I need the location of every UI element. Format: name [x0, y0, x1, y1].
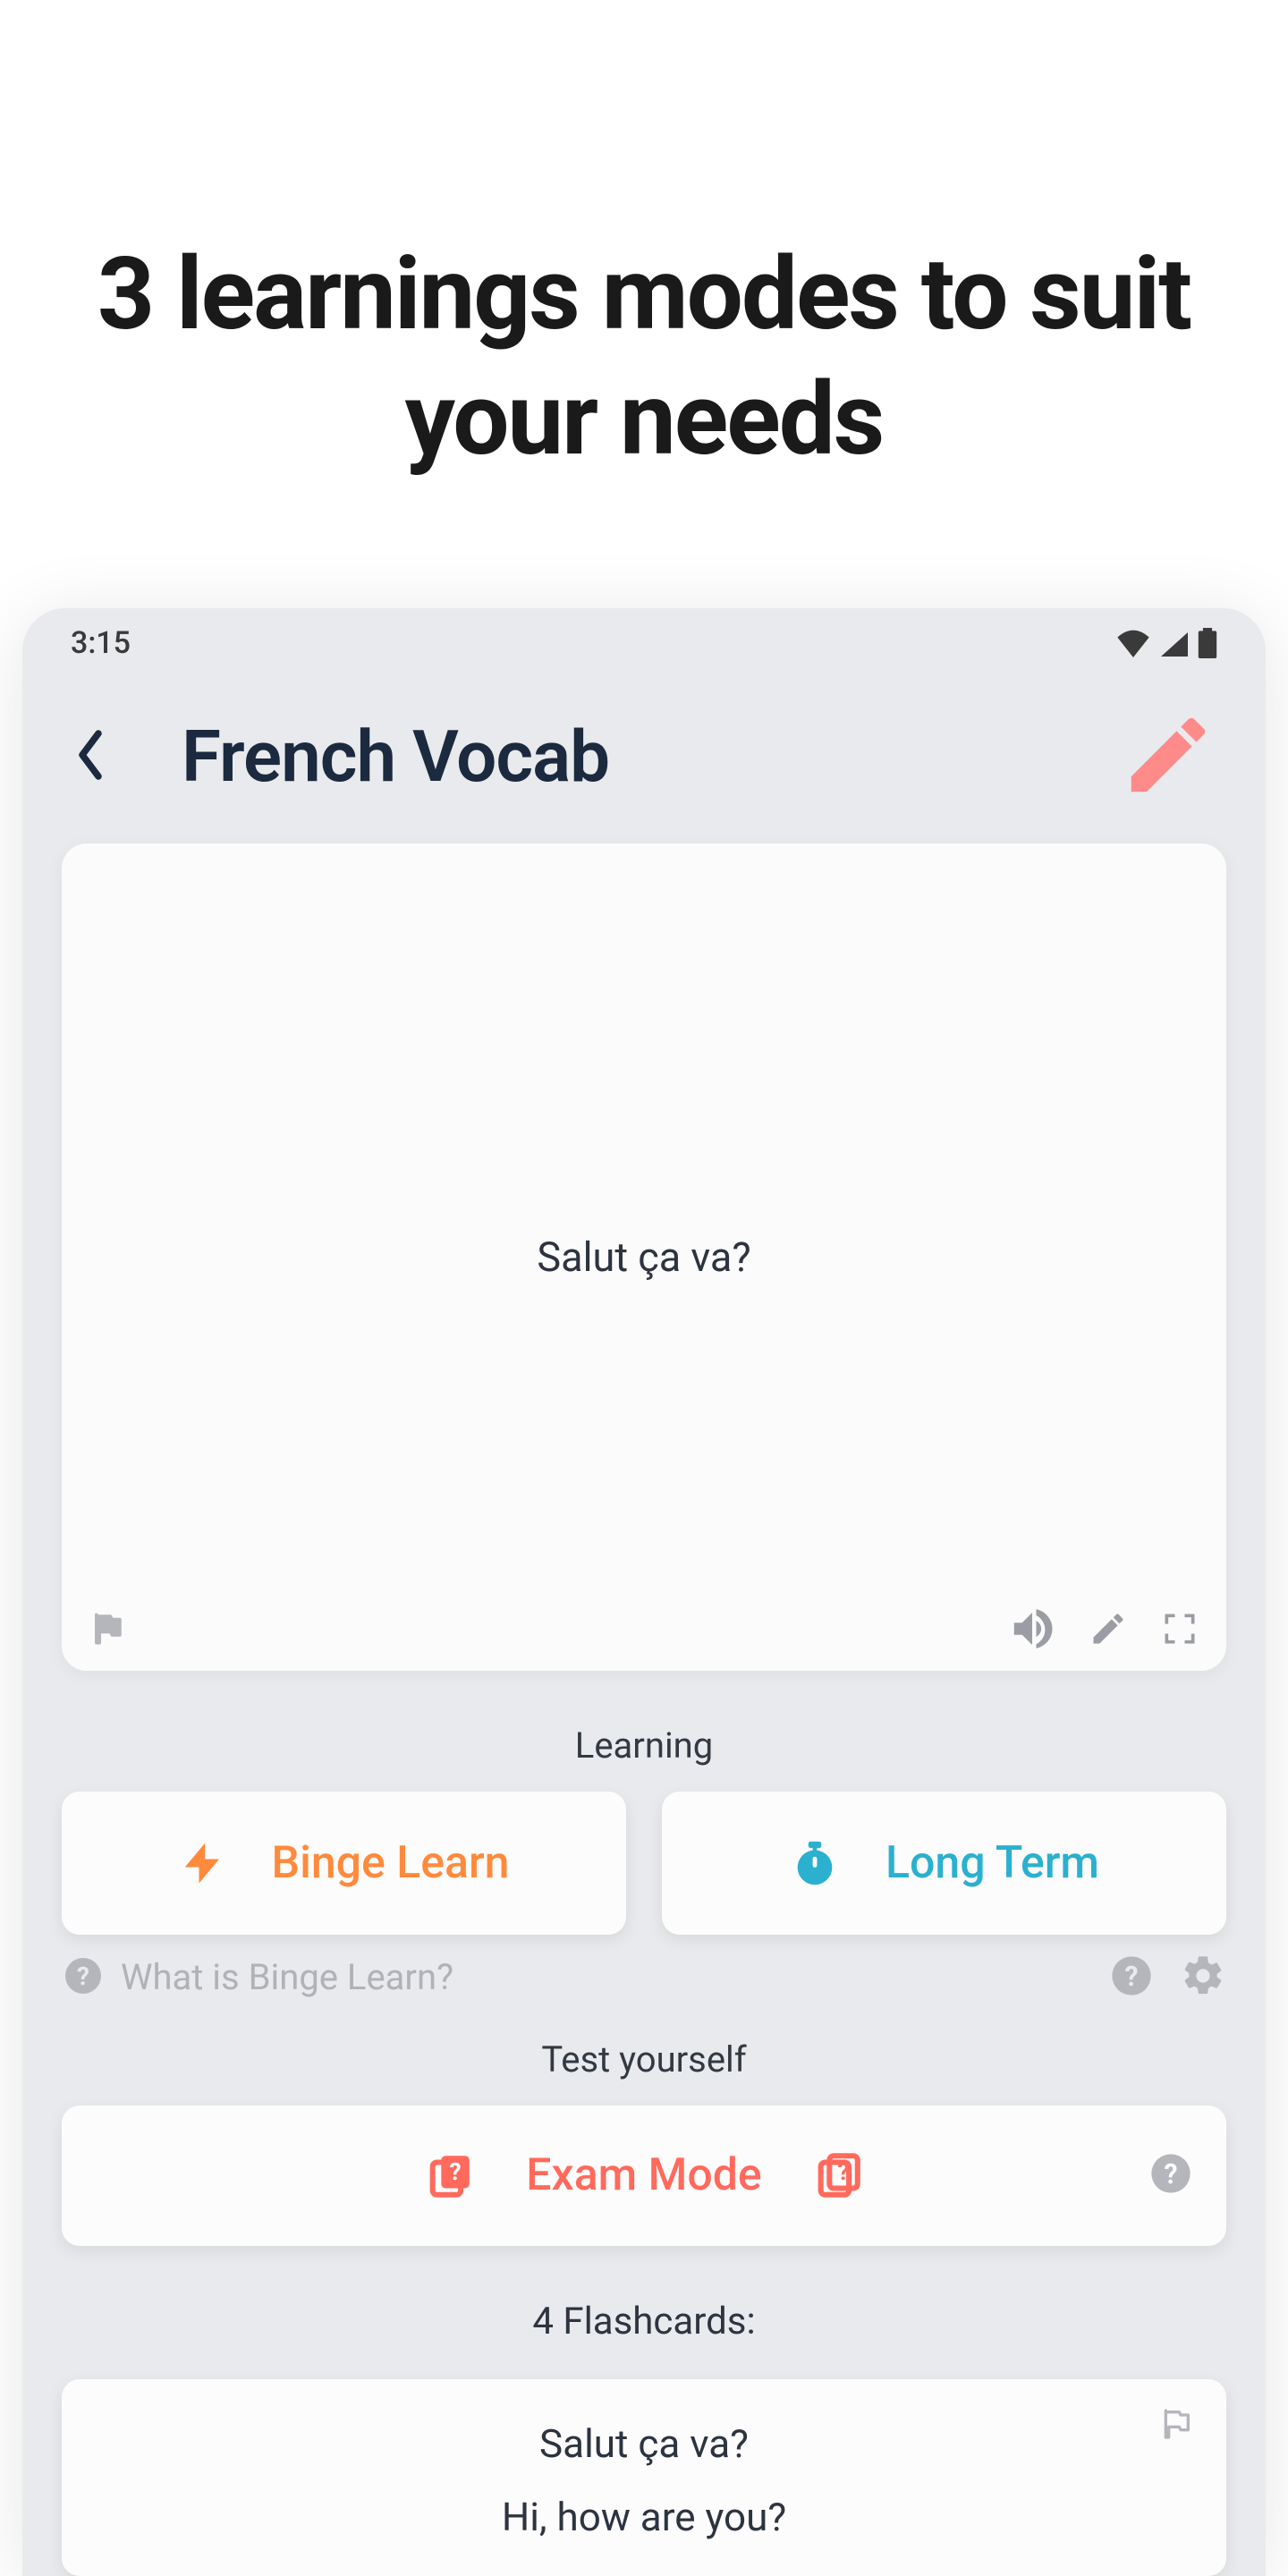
title-bar: French Vocab [62, 679, 1226, 843]
long-term-label: Long Term [886, 1837, 1099, 1889]
svg-text:?: ? [77, 1962, 89, 1991]
svg-text:?: ? [1124, 1961, 1138, 1992]
phone-frame: 3:15 French Vocab Salut ça va? [22, 608, 1266, 2576]
flag-card-button[interactable] [89, 1610, 126, 1648]
svg-text:?: ? [450, 2158, 462, 2186]
status-time: 3:15 [71, 625, 131, 661]
wifi-icon [1115, 629, 1151, 657]
status-icons [1115, 628, 1217, 658]
audio-button[interactable] [1008, 1605, 1056, 1653]
flashcard-front: Salut ça va? [539, 2420, 749, 2467]
edit-deck-button[interactable] [1119, 706, 1217, 808]
status-bar: 3:15 [62, 608, 1226, 679]
binge-learn-label: Binge Learn [272, 1837, 510, 1889]
flashcard-count: 4 Flashcards: [62, 2300, 1226, 2343]
fullscreen-button[interactable] [1160, 1609, 1199, 1648]
flashcard-flag-button[interactable] [1158, 2406, 1194, 2445]
quiz-icon-right: ? [812, 2149, 864, 2201]
long-term-button[interactable]: Long Term [662, 1792, 1226, 1935]
headline: 3 learnings modes to suit your needs [0, 233, 1288, 483]
settings-button[interactable] [1180, 1953, 1226, 2003]
signal-icon [1158, 629, 1191, 657]
bolt-icon [179, 1839, 227, 1887]
flashcard-preview[interactable]: Salut ça va? [62, 843, 1226, 1671]
battery-icon [1198, 628, 1217, 658]
test-section-label: Test yourself [62, 2038, 1226, 2080]
mode-row: Binge Learn Long Term [62, 1792, 1226, 1935]
learning-section-label: Learning [62, 1724, 1226, 1767]
page-title: French Vocab [182, 715, 609, 799]
flashcard-back: Hi, how are you? [502, 2494, 786, 2540]
edit-card-button[interactable] [1089, 1609, 1128, 1648]
back-button[interactable] [71, 728, 110, 785]
exam-info-button[interactable]: ? [1148, 2150, 1194, 2200]
card-toolbar [89, 1605, 1199, 1653]
stopwatch-icon [789, 1837, 841, 1889]
quiz-icon-left: ? [424, 2149, 476, 2201]
flashcard-list-item[interactable]: Salut ça va? Hi, how are you? [62, 2379, 1226, 2576]
exam-mode-button[interactable]: ? Exam Mode ? ? [62, 2106, 1226, 2246]
flashcard-text: Salut ça va? [537, 1233, 750, 1281]
longterm-info-button[interactable]: ? [1108, 1953, 1155, 2003]
binge-info-label: What is Binge Learn? [121, 1956, 453, 1998]
exam-mode-label: Exam Mode [526, 2149, 761, 2201]
svg-text:?: ? [837, 2158, 849, 2186]
binge-info-button[interactable]: ? [62, 1954, 105, 2001]
svg-text:?: ? [1164, 2159, 1177, 2190]
info-row: ? What is Binge Learn? ? [62, 1953, 1226, 2003]
binge-learn-button[interactable]: Binge Learn [62, 1792, 626, 1935]
